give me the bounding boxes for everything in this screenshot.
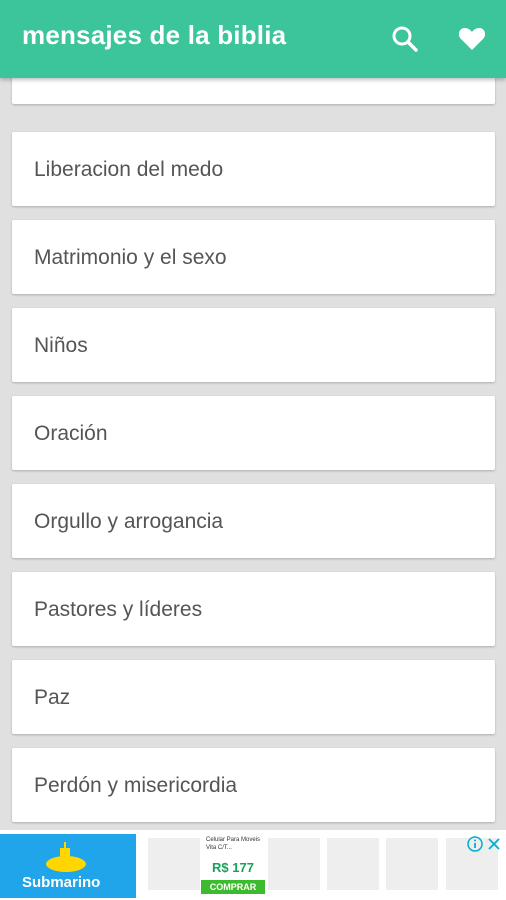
list-item-label: Pastores y líderes: [34, 598, 203, 621]
list-item-label: Paz: [34, 686, 71, 709]
ad-brand-name: Submarino: [22, 874, 101, 891]
list-item-label: Perdón y misericordia: [34, 774, 238, 797]
list-item[interactable]: Niños: [12, 308, 495, 382]
ad-product-image[interactable]: [386, 838, 438, 890]
list-item[interactable]: Oración: [12, 396, 495, 470]
list-item[interactable]: Liberacion del medo: [12, 132, 495, 206]
list-item-label: Orgullo y arrogancia: [34, 510, 224, 533]
submarine-icon: [46, 842, 86, 872]
ad-banner[interactable]: Submarino Celular Para Moveis Vita C/T..…: [0, 830, 506, 900]
topic-list[interactable]: Liberacion del medo Matrimonio y el sexo…: [0, 78, 506, 830]
ad-price: R$ 177: [212, 860, 254, 875]
list-item[interactable]: [12, 78, 495, 104]
list-item-label: Matrimonio y el sexo: [34, 246, 227, 269]
list-item[interactable]: Perdón y misericordia: [12, 748, 495, 822]
search-button[interactable]: [388, 22, 422, 56]
ad-buy-button[interactable]: COMPRAR: [201, 880, 265, 894]
ad-brand-logo[interactable]: Submarino: [0, 834, 136, 898]
list-item-label: Niños: [34, 334, 88, 357]
ad-product-image[interactable]: [148, 838, 200, 890]
ad-info-icon[interactable]: [467, 836, 483, 852]
list-item[interactable]: Paz: [12, 660, 495, 734]
ad-product-image[interactable]: [268, 838, 320, 890]
list-item[interactable]: Pastores y líderes: [12, 572, 495, 646]
app-bar: mensajes de la biblia: [0, 0, 506, 78]
list-item[interactable]: Orgullo y arrogancia: [12, 484, 495, 558]
app-title: mensajes de la biblia: [22, 20, 287, 50]
ad-close-icon[interactable]: [486, 836, 502, 852]
favorites-button[interactable]: [455, 22, 489, 56]
ad-product-image[interactable]: [327, 838, 379, 890]
ad-description: Celular Para Moveis Vita C/T...: [206, 837, 261, 851]
search-icon: [392, 26, 418, 52]
list-item-label: Oración: [34, 422, 108, 445]
list-item-label: Liberacion del medo: [34, 158, 224, 181]
list-item[interactable]: Matrimonio y el sexo: [12, 220, 495, 294]
heart-icon: [458, 28, 486, 50]
